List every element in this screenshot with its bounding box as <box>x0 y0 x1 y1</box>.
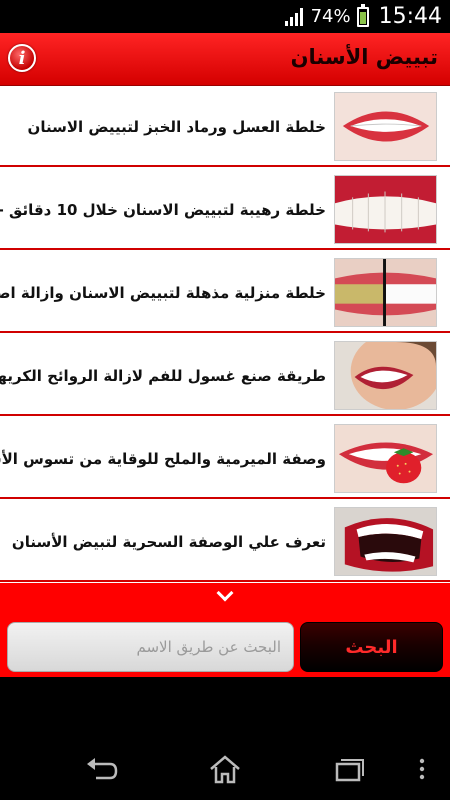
thumbnail-image <box>334 258 437 327</box>
thumbnail-image <box>334 341 437 410</box>
overflow-menu-icon[interactable] <box>414 754 430 784</box>
thumbnail-image <box>334 92 437 161</box>
list-item-label: وصفة الميرمية والملح للوقاية من تسوس الأ… <box>0 449 326 468</box>
page-title: تبييض الأسنان <box>290 45 438 69</box>
app-header: i تبييض الأسنان <box>0 33 450 86</box>
list-item-label: خلطة العسل ورماد الخبز لتبييض الاسنان <box>27 117 326 136</box>
clock: 15:44 <box>378 4 442 29</box>
search-button[interactable]: البحث <box>300 622 443 672</box>
battery-percent: 74% <box>310 6 351 27</box>
info-icon[interactable]: i <box>8 44 36 72</box>
list-item-label: خلطة رهيبة لتبييض الاسنان خلال 10 دقائق … <box>0 200 326 219</box>
search-input[interactable] <box>7 622 294 672</box>
list-item-label: تعرف علي الوصفة السحرية لتبيض الأسنان <box>11 532 326 551</box>
list-item[interactable]: وصفة الميرمية والملح للوقاية من تسوس الأ… <box>0 418 450 499</box>
battery-icon <box>356 3 369 27</box>
navigation-bar <box>0 740 450 800</box>
article-list[interactable]: خلطة العسل ورماد الخبز لتبييض الاسنان خل… <box>0 86 450 583</box>
list-item[interactable]: تعرف علي الوصفة السحرية لتبيض الأسنان <box>0 501 450 582</box>
list-item[interactable]: خلطة العسل ورماد الخبز لتبييض الاسنان <box>0 86 450 167</box>
status-bar: 74% 15:44 <box>0 0 450 33</box>
home-icon[interactable] <box>207 754 243 784</box>
search-area: البحث <box>0 609 450 677</box>
list-item[interactable]: خلطة رهيبة لتبييض الاسنان خلال 10 دقائق … <box>0 169 450 250</box>
list-item-label: طريقة صنع غسول للفم لازالة الروائح الكري… <box>0 366 326 385</box>
thumbnail-image <box>334 507 437 576</box>
signal-icon <box>284 7 305 27</box>
list-item[interactable]: طريقة صنع غسول للفم لازالة الروائح الكري… <box>0 335 450 416</box>
chevron-down-icon[interactable] <box>216 584 234 602</box>
thumbnail-image <box>334 175 437 244</box>
list-item-label: خلطة منزلية مذهلة لتبييض الاسنان وازالة … <box>0 283 326 302</box>
thumbnail-image <box>334 424 437 493</box>
recent-apps-icon[interactable] <box>331 754 367 784</box>
back-icon[interactable] <box>84 754 120 784</box>
list-item[interactable]: خلطة منزلية مذهلة لتبييض الاسنان وازالة … <box>0 252 450 333</box>
expand-bar[interactable] <box>0 583 450 609</box>
